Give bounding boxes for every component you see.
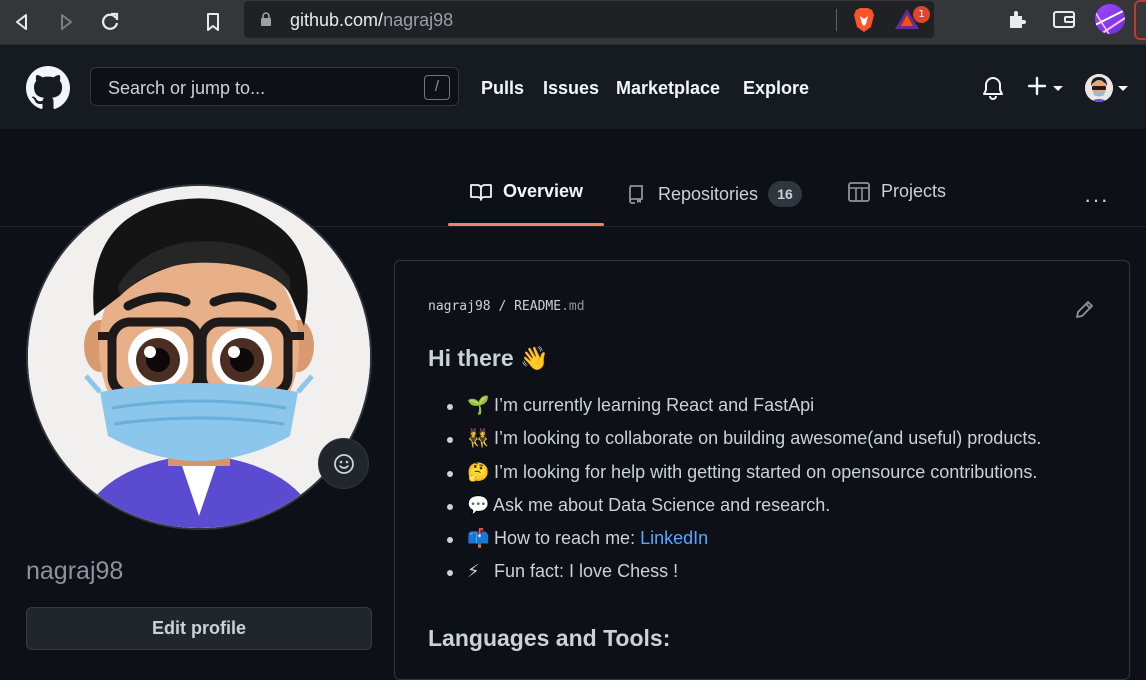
- speech-bubble-icon: 💬: [467, 494, 490, 516]
- readme-file-path: nagraj98 / README.md: [428, 299, 585, 314]
- browser-toolbar: github.com/nagraj98 1: [0, 0, 1146, 45]
- nav-marketplace[interactable]: Marketplace: [616, 78, 720, 99]
- book-icon: [470, 183, 492, 201]
- tab-overview-label: Overview: [503, 181, 584, 201]
- tab-repositories[interactable]: Repositories 16: [627, 181, 803, 207]
- readme-subheading: Languages and Tools:: [428, 625, 671, 651]
- browser-profile-avatar[interactable]: [1095, 4, 1125, 34]
- mailbox-icon: 📫: [467, 528, 490, 550]
- active-tab-indicator: [448, 223, 604, 226]
- rewards-badge: 1: [913, 6, 930, 23]
- search-placeholder: Search or jump to...: [108, 78, 266, 98]
- readme-owner[interactable]: nagraj98: [428, 299, 491, 314]
- bookmark-icon: [207, 13, 219, 31]
- set-status-button[interactable]: [318, 438, 369, 489]
- notifications-bell-icon[interactable]: [982, 76, 1004, 100]
- avatar-illustration-icon: [28, 186, 370, 528]
- create-new-plus-icon[interactable]: [1026, 75, 1048, 97]
- user-avatar-menu[interactable]: [1085, 74, 1113, 102]
- user-dropdown-caret-icon[interactable]: [1118, 86, 1128, 91]
- reload-icon: [102, 12, 119, 30]
- thinking-icon: 🤔: [467, 461, 490, 483]
- linkedin-link[interactable]: LinkedIn: [640, 528, 708, 548]
- lock-icon: [261, 12, 271, 26]
- profile-pattern-icon: [1095, 9, 1125, 34]
- list-item: 📫 How to reach me: LinkedIn: [447, 528, 1041, 561]
- forward-icon: [61, 14, 72, 30]
- github-logo-icon[interactable]: [26, 66, 70, 110]
- list-item: 👯 I’m looking to collaborate on building…: [447, 428, 1041, 461]
- repo-icon: [629, 185, 643, 204]
- brave-shields-icon[interactable]: [852, 7, 876, 33]
- list-item: 🌱 I’m currently learning React and FastA…: [447, 395, 1041, 428]
- forward-button[interactable]: [52, 8, 80, 36]
- github-header: Search or jump to... / Pulls Issues Mark…: [0, 45, 1146, 129]
- window-edge: [1134, 0, 1146, 40]
- bookmark-button[interactable]: [199, 8, 227, 36]
- tab-projects[interactable]: Projects: [848, 181, 946, 202]
- profile-avatar[interactable]: [26, 184, 372, 530]
- repositories-count-badge: 16: [768, 181, 803, 207]
- people-icon: 👯: [467, 428, 490, 450]
- project-board-icon: [848, 181, 870, 202]
- url-text: github.com/nagraj98: [290, 10, 454, 30]
- edit-readme-pencil-icon[interactable]: [1073, 299, 1095, 321]
- search-shortcut-key: /: [424, 75, 450, 100]
- readme-card: nagraj98 / README.md Hi there 👋 🌱 I’m cu…: [394, 260, 1130, 680]
- tab-overview[interactable]: Overview: [470, 181, 583, 202]
- readme-list: 🌱 I’m currently learning React and FastA…: [447, 395, 1041, 595]
- nav-pulls[interactable]: Pulls: [481, 78, 524, 99]
- reload-button[interactable]: [96, 8, 124, 36]
- more-tabs-button[interactable]: ···: [1084, 187, 1109, 213]
- tab-repositories-label: Repositories: [658, 183, 759, 204]
- create-dropdown-caret-icon[interactable]: [1053, 86, 1063, 91]
- back-icon: [16, 14, 27, 30]
- list-item: 🤔 I’m looking for help with getting star…: [447, 462, 1041, 495]
- readme-filename[interactable]: README.md: [514, 299, 584, 314]
- readme-heading: Hi there 👋: [428, 345, 549, 371]
- list-item: ⚡ Fun fact: I love Chess !: [447, 561, 1041, 594]
- tab-projects-label: Projects: [881, 181, 947, 201]
- wallet-icon[interactable]: [1052, 8, 1076, 30]
- nav-explore[interactable]: Explore: [743, 78, 809, 99]
- divider: [836, 9, 837, 31]
- back-button[interactable]: [8, 8, 36, 36]
- nav-issues[interactable]: Issues: [543, 78, 599, 99]
- edit-profile-button[interactable]: Edit profile: [26, 607, 372, 650]
- smiley-icon: [333, 453, 354, 474]
- list-item: 💬 Ask me about Data Science and research…: [447, 495, 1041, 528]
- seedling-icon: 🌱: [467, 395, 490, 416]
- lightning-icon: ⚡: [467, 561, 480, 583]
- extensions-icon[interactable]: [1006, 8, 1030, 32]
- address-bar[interactable]: github.com/nagraj98 1: [244, 1, 934, 38]
- avatar-face-icon: [1085, 74, 1113, 102]
- search-input[interactable]: Search or jump to... /: [90, 67, 459, 106]
- profile-username: nagraj98: [26, 557, 124, 585]
- path-separator: /: [498, 299, 507, 314]
